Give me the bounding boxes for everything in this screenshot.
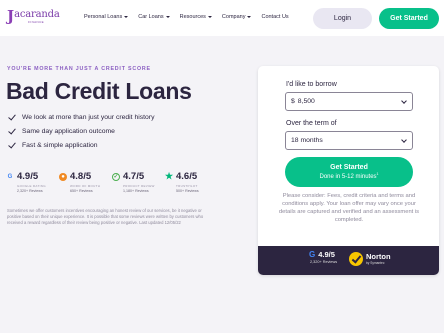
rating-product-review: ✓ 4.7/5 PRODUCT REVIEW 1,180+ Reviews — [112, 171, 155, 193]
list-item: Fast & simple application — [8, 138, 154, 152]
logo-name: acaranda — [14, 9, 60, 20]
borrow-amount-value: 8,500 — [297, 98, 315, 105]
loan-term-value: 18 months — [291, 137, 323, 144]
list-item: Same day application outcome — [8, 124, 154, 138]
term-label: Over the term of — [286, 120, 337, 127]
rating-trustpilot: ★ 4.6/5 TRUSTPILOT 500+ Reviews — [164, 171, 199, 193]
chevron-down-icon — [401, 137, 407, 143]
hero-eyebrow: YOU'RE MORE THAN JUST A CREDIT SCORE — [7, 66, 151, 72]
terms-note: Please consider: Fees, credit criteria a… — [278, 193, 420, 223]
chevron-down-icon — [124, 16, 129, 18]
trust-badges-footer: G 4.9/5 2,320+ Reviews Norton by Symantec — [258, 246, 439, 275]
currency-symbol: $ — [291, 98, 295, 105]
nav-personal-loans[interactable]: Personal Loans — [84, 14, 129, 20]
chevron-down-icon — [247, 16, 252, 18]
trustpilot-star-icon: ★ — [164, 171, 174, 181]
top-navbar: J acaranda FINANCE Personal Loans Car Lo… — [0, 0, 444, 36]
google-icon: G — [309, 250, 316, 259]
rating-google: G 4.9/5 GOOGLE RATING 2,320+ Reviews — [7, 171, 46, 193]
calculator-get-started-button[interactable]: Get Started Done in 5-12 minutes1 — [285, 157, 413, 187]
checkmark-icon — [8, 141, 16, 149]
borrow-label: I'd like to borrow — [286, 81, 337, 88]
google-rating-badge: G 4.9/5 2,320+ Reviews — [309, 250, 338, 264]
google-icon: G — [7, 173, 13, 180]
nav-resources[interactable]: Resources — [180, 14, 212, 20]
product-review-icon: ✓ — [112, 172, 120, 181]
word-of-mouth-icon: ● — [59, 172, 67, 181]
chevron-down-icon — [165, 16, 170, 18]
chevron-down-icon — [401, 98, 407, 104]
ratings-row: G 4.9/5 GOOGLE RATING 2,320+ Reviews ● 4.8… — [6, 171, 218, 193]
chevron-down-icon — [207, 16, 212, 18]
list-item: We look at more than just your credit hi… — [8, 110, 154, 124]
norton-badge: Norton by Symantec — [349, 252, 391, 266]
borrow-amount-select[interactable]: $ 8,500 — [285, 92, 413, 111]
jacaranda-logo[interactable]: J acaranda FINANCE — [7, 7, 60, 25]
logo-sub: FINANCE — [28, 20, 45, 24]
nav-company[interactable]: Company — [222, 14, 252, 20]
loan-calculator-card: I'd like to borrow $ 8,500 Over the term… — [258, 66, 439, 275]
benefit-list: We look at more than just your credit hi… — [8, 110, 154, 152]
nav-contact-us[interactable]: Contact Us — [261, 14, 288, 20]
loan-term-select[interactable]: 18 months — [285, 131, 413, 150]
checkmark-icon — [8, 127, 16, 135]
rating-word-of-mouth: ● 4.8/5 WORD OF MOUTH 650+ Reviews — [59, 171, 109, 193]
page-title: Bad Credit Loans — [6, 78, 192, 104]
review-disclaimer: Sometimes we offer customers incentives … — [7, 208, 204, 225]
nav-links: Personal Loans Car Loans Resources Compa… — [84, 14, 299, 20]
get-started-button[interactable]: Get Started — [379, 8, 439, 29]
logo-mark: J — [7, 7, 15, 25]
login-button[interactable]: Login — [313, 8, 372, 29]
checkmark-icon — [8, 113, 16, 121]
norton-check-icon — [349, 252, 363, 266]
nav-car-loans[interactable]: Car Loans — [138, 14, 170, 20]
